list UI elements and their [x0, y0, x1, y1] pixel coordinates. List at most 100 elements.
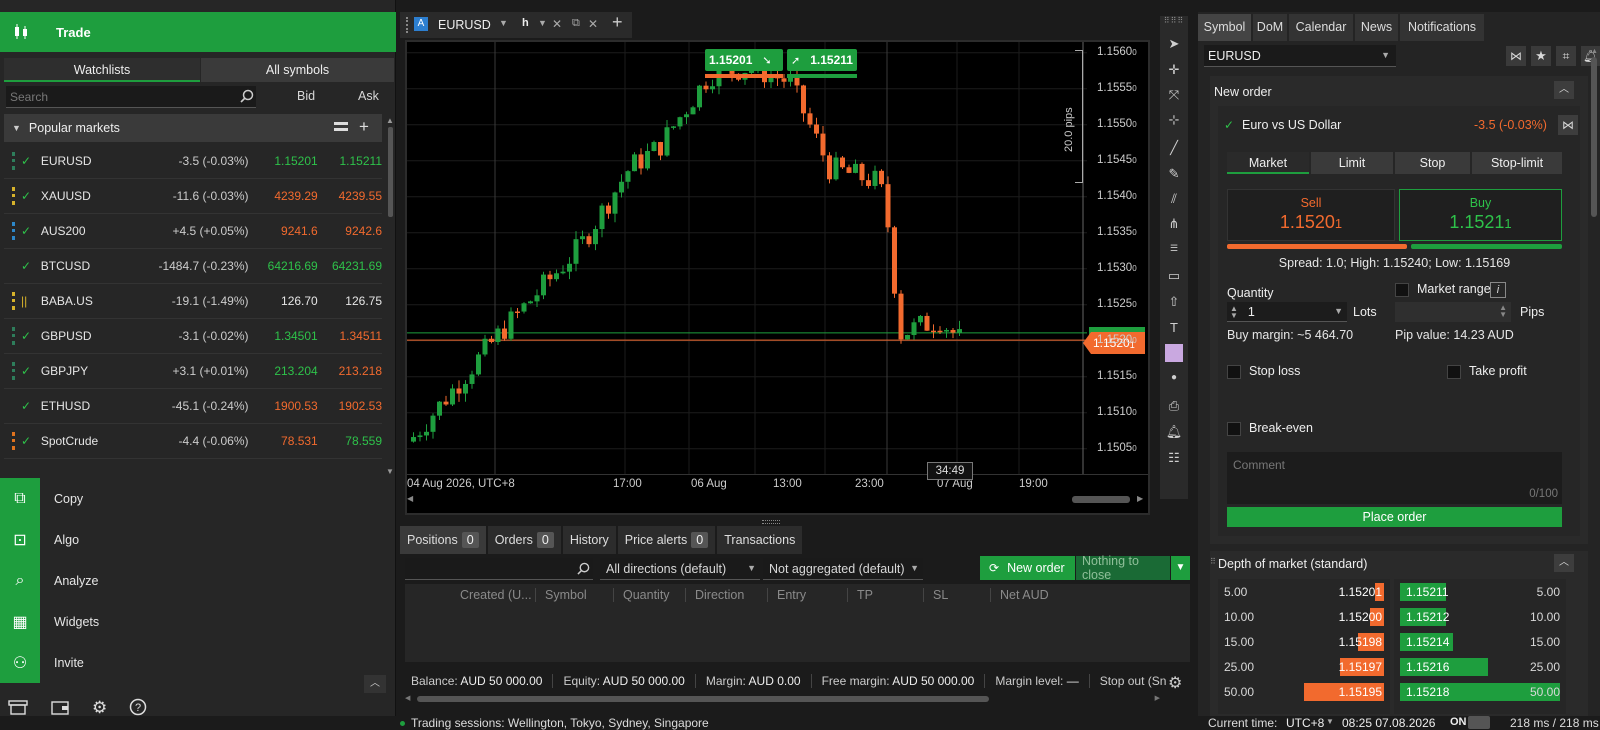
quantity-stepper[interactable]: ▲ ▼ 1 ▼	[1227, 302, 1347, 322]
rectangle-tool-icon[interactable]: ▭	[1160, 268, 1188, 284]
watchlist-scrollbar[interactable]: ▲ ▼	[386, 116, 394, 476]
positions-hscrollbar[interactable]: ◀ ▶	[405, 694, 1160, 704]
on-toggle[interactable]	[1468, 716, 1490, 729]
panel-splitter[interactable]	[762, 520, 780, 524]
dom-row[interactable]: 15.00 1.15198	[1218, 629, 1390, 654]
bell-icon[interactable]: 🔔︎	[1160, 424, 1188, 440]
share-icon[interactable]: ⋈	[1558, 115, 1578, 135]
right-panel-scrollbar[interactable]: ▲	[1591, 48, 1599, 468]
dom-row[interactable]: 1.15214 15.00	[1394, 629, 1566, 654]
tab-price-alerts[interactable]: Price alerts 0	[617, 526, 716, 554]
pips-input[interactable]: ▲ ▼	[1395, 302, 1511, 322]
collapse-icon[interactable]: ︿	[1554, 554, 1574, 572]
nothing-to-close-button[interactable]: Nothing to close	[1076, 554, 1170, 582]
share-icon[interactable]: ⋈	[1506, 46, 1526, 66]
watchlist-row[interactable]: ✓ ETHUSD -45.1 (-0.24%) 1900.53 1902.53	[4, 389, 382, 424]
candlestick-chart[interactable]	[407, 42, 1148, 513]
trade-header[interactable]: Trade	[0, 12, 396, 52]
column-header[interactable]: TP	[857, 588, 873, 602]
chart-sell-quote[interactable]: 1.15201 ➘	[705, 49, 783, 71]
symbol-select[interactable]: EURUSD ▼	[1204, 45, 1396, 67]
column-header[interactable]: Symbol	[545, 588, 587, 602]
drag-handle-icon[interactable]: ⠿	[1210, 557, 1216, 566]
dom-row[interactable]: 1.15212 10.00	[1394, 604, 1566, 629]
watchlist-row[interactable]: ✓ SpotCrude -4.4 (-0.06%) 78.531 78.559	[4, 424, 382, 459]
star-icon[interactable]: ★	[1531, 46, 1551, 66]
gear-icon[interactable]: ⚙	[1168, 673, 1182, 693]
pitchfork-tool-icon[interactable]: ⋔	[1160, 216, 1188, 232]
fibonacci-tool-icon[interactable]: ☰	[1160, 243, 1188, 254]
tab-positions[interactable]: Positions 0	[400, 526, 486, 554]
column-header[interactable]: Direction	[695, 588, 744, 602]
buy-button[interactable]: Buy 1.15211	[1399, 189, 1562, 241]
watchlist-row[interactable]: ✓ AUS200 +4.5 (+0.05%) 9241.6 9242.6	[4, 214, 382, 249]
take-profit-checkbox[interactable]: Take profit	[1447, 364, 1527, 379]
timeframe-label[interactable]: h	[522, 17, 529, 29]
tab-dom[interactable]: DoM	[1253, 14, 1287, 41]
positions-search-input[interactable]	[405, 558, 593, 580]
dom-row[interactable]: 50.00 1.15195	[1218, 679, 1390, 704]
chart-symbol-tab[interactable]: EURUSD	[438, 18, 491, 32]
collapse-triangle-icon[interactable]: ▼	[12, 123, 21, 133]
watchlist-row[interactable]: ✓ GBPUSD -3.1 (-0.02%) 1.34501 1.34511	[4, 319, 382, 354]
chevron-down-icon[interactable]: ▼	[1334, 306, 1343, 316]
tab-all-symbols[interactable]: All symbols	[201, 58, 394, 82]
cursor-icon[interactable]: ➤	[1160, 36, 1188, 52]
stepper-icon[interactable]: ▲ ▼	[1230, 304, 1238, 319]
column-header[interactable]: Quantity	[623, 588, 670, 602]
order-type-limit[interactable]: Limit	[1311, 152, 1393, 174]
nav-item-analyze[interactable]: ⌕ Analyze	[0, 560, 396, 601]
wallet-icon[interactable]	[50, 699, 70, 718]
column-header[interactable]: SL	[933, 588, 948, 602]
timeframe-dropdown-icon[interactable]: ▼	[538, 18, 547, 28]
place-order-button[interactable]: Place order	[1227, 507, 1562, 527]
dom-row[interactable]: 1.15218 50.00	[1394, 679, 1566, 704]
new-order-button[interactable]: ⟳ New order	[980, 556, 1075, 580]
close-timeframe-icon[interactable]: ✕	[552, 17, 562, 31]
cashier-icon[interactable]	[8, 699, 28, 718]
order-type-stop-limit[interactable]: Stop-limit	[1472, 152, 1562, 174]
add-icon[interactable]: +	[359, 117, 369, 137]
gear-icon[interactable]: ⚙	[92, 699, 107, 716]
tab-transactions[interactable]: Transactions	[717, 526, 803, 554]
circle-tool-icon[interactable]: ●	[1160, 372, 1188, 383]
search-icon[interactable]	[240, 89, 254, 106]
tab-orders[interactable]: Orders 0	[487, 526, 561, 554]
line-tool-icon[interactable]: ╱	[1160, 140, 1188, 156]
crosshair-icon[interactable]: ✛	[1160, 62, 1188, 78]
order-type-stop[interactable]: Stop	[1395, 152, 1470, 174]
watchlist-row[interactable]: ✓ BTCUSD -1484.7 (-0.23%) 64216.69 64231.69	[4, 249, 382, 284]
tab-history[interactable]: History	[562, 526, 616, 554]
timezone-select[interactable]: UTC+8	[1286, 716, 1324, 730]
nav-item-invite[interactable]: ⚇ Invite	[0, 642, 396, 683]
shape-tool-icon[interactable]: ⇧	[1160, 294, 1188, 310]
nav-item-algo[interactable]: ⊡ Algo	[0, 519, 396, 560]
chart-icon[interactable]: ⌗	[1556, 46, 1576, 66]
color-picker-icon[interactable]	[1160, 344, 1188, 365]
info-icon[interactable]: i	[1490, 282, 1506, 298]
dom-row[interactable]: 1.15216 25.00	[1394, 654, 1566, 679]
collapse-nav-button[interactable]: ︿	[364, 675, 386, 693]
add-chart-tab-icon[interactable]: +	[612, 12, 623, 33]
measure-tool-icon[interactable]: ⊹	[1160, 112, 1188, 128]
nav-item-copy[interactable]: ⧉ Copy	[0, 478, 396, 519]
nav-item-widgets[interactable]: ▦ Widgets	[0, 601, 396, 642]
toolbar-grip-icon[interactable]: ⠿⠿⠿	[1160, 16, 1188, 25]
cross-tool-icon[interactable]: ⤧	[1160, 87, 1188, 103]
dom-row[interactable]: 5.00 1.15201	[1218, 579, 1390, 604]
dom-row[interactable]: 10.00 1.15200	[1218, 604, 1390, 629]
sell-button[interactable]: Sell 1.15201	[1227, 189, 1395, 241]
settings-sliders-icon[interactable]: ☷	[1160, 450, 1188, 466]
column-header[interactable]: Net AUD	[1000, 588, 1049, 602]
watchlist-row[interactable]: ✓ EURUSD -3.5 (-0.03%) 1.15201 1.15211	[4, 144, 382, 179]
symbol-dropdown-icon[interactable]: ▼	[499, 18, 508, 28]
close-menu-dropdown[interactable]: ▼	[1171, 556, 1190, 580]
chevron-down-icon[interactable]: ▼	[1326, 717, 1334, 726]
watchlist-row[interactable]: ✓ XAUUSD -11.6 (-0.03%) 4239.29 4239.55	[4, 179, 382, 214]
close-tab-icon[interactable]: ✕	[588, 17, 598, 31]
text-tool-icon[interactable]: T	[1160, 320, 1188, 335]
chart-buy-quote[interactable]: ➚ 1.15211	[787, 49, 857, 71]
dom-row[interactable]: 25.00 1.15197	[1218, 654, 1390, 679]
search-input[interactable]	[6, 86, 256, 108]
tab-notifications[interactable]: Notifications	[1400, 14, 1484, 41]
